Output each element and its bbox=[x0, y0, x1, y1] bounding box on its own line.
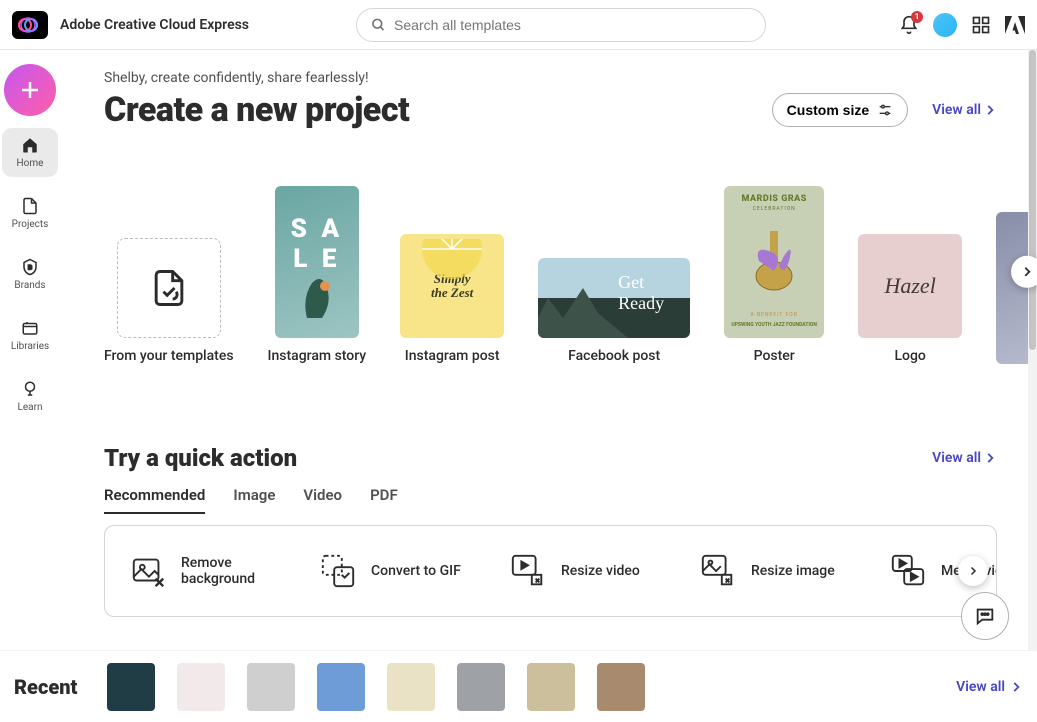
card-label: From your templates bbox=[104, 348, 234, 364]
remove-background-icon bbox=[129, 552, 167, 590]
tab-video[interactable]: Video bbox=[303, 486, 342, 514]
search-icon bbox=[371, 17, 386, 33]
custom-size-label: Custom size bbox=[787, 102, 869, 118]
tab-pdf[interactable]: PDF bbox=[370, 486, 398, 514]
scrollbar[interactable] bbox=[1028, 50, 1037, 650]
recent-thumb[interactable] bbox=[317, 663, 365, 711]
recent-thumb[interactable] bbox=[107, 663, 155, 711]
libraries-icon bbox=[21, 319, 39, 337]
notifications-button[interactable]: 1 bbox=[899, 15, 919, 35]
learn-icon bbox=[21, 380, 39, 398]
tab-recommended[interactable]: Recommended bbox=[104, 486, 205, 514]
recent-thumb[interactable] bbox=[177, 663, 225, 711]
logo-thumb: Hazel bbox=[858, 234, 962, 338]
qa-next-button[interactable] bbox=[958, 556, 988, 586]
card-instagram-story[interactable]: S A L E Instagram story bbox=[268, 186, 367, 364]
scrollbar-thumb[interactable] bbox=[1029, 50, 1036, 350]
qa-remove-background[interactable]: Remove background bbox=[129, 552, 279, 590]
poster-thumb: MARDIS GRAS CELEBRATION A BENEFIT FOR UP… bbox=[724, 186, 824, 338]
svg-text:B: B bbox=[28, 263, 32, 271]
templates-thumb bbox=[117, 238, 221, 338]
sidebar-item-libraries[interactable]: Libraries bbox=[2, 311, 58, 360]
card-label: Logo bbox=[894, 348, 925, 364]
card-facebook-post[interactable]: Get Ready Facebook post bbox=[538, 258, 690, 364]
facebook-post-thumb: Get Ready bbox=[538, 258, 690, 338]
quick-actions-title: Try a quick action bbox=[104, 444, 297, 472]
convert-gif-icon bbox=[319, 552, 357, 590]
sidebar-item-projects[interactable]: Projects bbox=[2, 189, 58, 238]
recent-thumb[interactable] bbox=[597, 663, 645, 711]
recent-title: Recent bbox=[14, 675, 77, 699]
adobe-logo-icon[interactable] bbox=[1005, 16, 1025, 34]
qa-resize-video[interactable]: Resize video bbox=[509, 552, 659, 590]
sidebar-item-learn[interactable]: Learn bbox=[2, 372, 58, 421]
chat-icon bbox=[974, 605, 996, 627]
qa-resize-image[interactable]: Resize image bbox=[699, 552, 849, 590]
recent-view-all-link[interactable]: View all bbox=[956, 679, 1023, 695]
chevron-right-icon bbox=[967, 565, 979, 577]
avatar[interactable] bbox=[933, 13, 957, 37]
sidebar-item-label: Libraries bbox=[11, 341, 49, 352]
create-button[interactable] bbox=[4, 64, 56, 116]
chevron-right-icon bbox=[983, 103, 997, 117]
notifications-badge: 1 bbox=[911, 11, 923, 23]
sidebar-item-label: Projects bbox=[12, 219, 49, 230]
card-label: Instagram post bbox=[405, 348, 500, 364]
greeting-text: Shelby, create confidently, share fearle… bbox=[104, 70, 1037, 86]
card-poster[interactable]: MARDIS GRAS CELEBRATION A BENEFIT FOR UP… bbox=[724, 186, 824, 364]
recent-thumb[interactable] bbox=[457, 663, 505, 711]
card-logo[interactable]: Hazel Logo bbox=[858, 234, 962, 364]
view-all-projects-link[interactable]: View all bbox=[932, 102, 997, 118]
search-input-wrap[interactable] bbox=[356, 8, 766, 42]
chat-button[interactable] bbox=[961, 592, 1009, 640]
templates-icon bbox=[147, 266, 191, 310]
tab-image[interactable]: Image bbox=[233, 486, 275, 514]
chevron-right-icon bbox=[1009, 680, 1023, 694]
instagram-post-thumb: Simply the Zest bbox=[400, 234, 504, 338]
projects-icon bbox=[21, 197, 39, 215]
sliders-icon bbox=[877, 102, 893, 118]
resize-video-icon bbox=[509, 552, 547, 590]
recent-thumb[interactable] bbox=[387, 663, 435, 711]
sidebar-item-label: Brands bbox=[14, 280, 45, 291]
brand-label: Adobe Creative Cloud Express bbox=[60, 17, 249, 33]
search-input[interactable] bbox=[394, 17, 751, 33]
creative-cloud-logo[interactable] bbox=[12, 11, 48, 39]
home-icon bbox=[21, 136, 39, 154]
card-from-templates[interactable]: From your templates bbox=[104, 238, 234, 364]
recent-thumb[interactable] bbox=[527, 663, 575, 711]
sidebar-item-label: Home bbox=[17, 158, 44, 169]
qa-convert-gif[interactable]: Convert to GIF bbox=[319, 552, 469, 590]
plus-icon bbox=[18, 78, 42, 102]
resize-image-icon bbox=[699, 552, 737, 590]
sidebar-item-home[interactable]: Home bbox=[2, 128, 58, 177]
instagram-story-thumb: S A L E bbox=[275, 186, 359, 338]
card-instagram-post[interactable]: Simply the Zest Instagram post bbox=[400, 234, 504, 364]
apps-icon[interactable] bbox=[971, 15, 991, 35]
merge-videos-icon bbox=[889, 552, 927, 590]
chevron-right-icon bbox=[983, 451, 997, 465]
recent-thumb[interactable] bbox=[247, 663, 295, 711]
card-label: Facebook post bbox=[568, 348, 660, 364]
view-all-quick-link[interactable]: View all bbox=[932, 450, 997, 466]
cards-next-button[interactable] bbox=[1011, 256, 1037, 288]
page-title: Create a new project bbox=[104, 90, 409, 130]
custom-size-button[interactable]: Custom size bbox=[772, 93, 908, 127]
sidebar-item-brands[interactable]: B Brands bbox=[2, 250, 58, 299]
card-label: Poster bbox=[754, 348, 795, 364]
chevron-right-icon bbox=[1020, 265, 1034, 279]
sidebar-item-label: Learn bbox=[17, 402, 42, 413]
brands-icon: B bbox=[21, 258, 39, 276]
card-label: Instagram story bbox=[268, 348, 367, 364]
